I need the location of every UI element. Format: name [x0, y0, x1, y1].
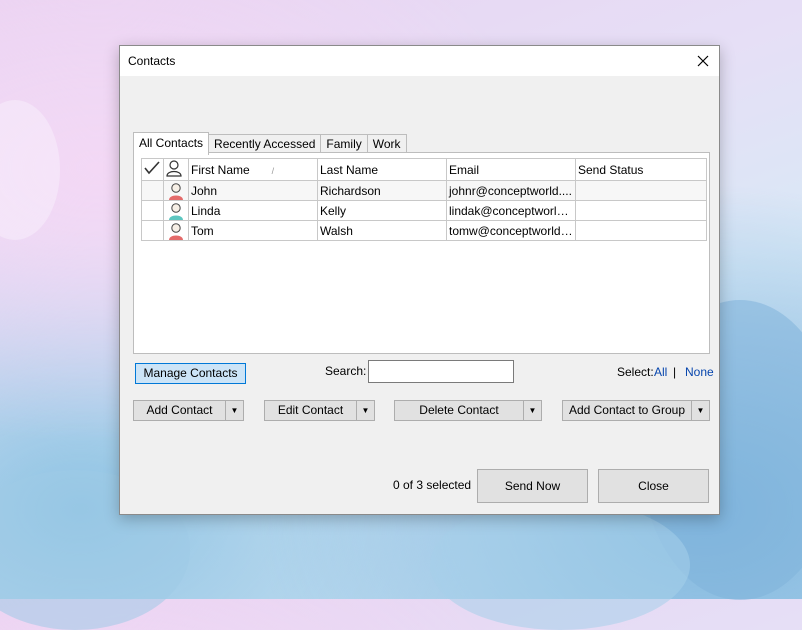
- add-to-group-split-button: Add Contact to Group ▼: [562, 400, 710, 421]
- chevron-down-icon: ▼: [361, 406, 370, 415]
- send-status-cell: [575, 180, 707, 201]
- select-label: Select:: [617, 365, 654, 379]
- last-name-cell: Walsh: [317, 220, 447, 241]
- chevron-down-icon: ▼: [230, 406, 239, 415]
- tab-family[interactable]: Family: [320, 134, 368, 153]
- table-row[interactable]: Tom Walsh tomw@conceptworld....: [141, 220, 707, 241]
- manage-contacts-button[interactable]: Manage Contacts: [135, 363, 246, 384]
- row-checkbox-cell[interactable]: [141, 200, 164, 221]
- check-column-header[interactable]: [141, 158, 164, 181]
- close-button[interactable]: Close: [598, 469, 709, 503]
- last-name-cell: Richardson: [317, 180, 447, 201]
- email-cell: johnr@conceptworld....: [446, 180, 576, 201]
- contacts-panel: First Name / Last Name Email Send Status …: [133, 152, 710, 354]
- row-checkbox-cell[interactable]: [141, 180, 164, 201]
- chevron-down-icon: ▼: [528, 406, 537, 415]
- add-contact-button[interactable]: Add Contact: [134, 401, 225, 420]
- background-decoration: [430, 500, 690, 630]
- column-label: First Name: [191, 162, 250, 177]
- email-cell: tomw@conceptworld....: [446, 220, 576, 241]
- contacts-dialog: Contacts All Contacts Recently Accessed …: [119, 45, 720, 515]
- add-to-group-dropdown[interactable]: ▼: [691, 401, 709, 420]
- send-now-button[interactable]: Send Now: [477, 469, 588, 503]
- delete-contact-button[interactable]: Delete Contact: [395, 401, 523, 420]
- column-header-send-status[interactable]: Send Status: [575, 158, 707, 181]
- contact-avatar-icon: [169, 202, 183, 220]
- search-input[interactable]: [368, 360, 514, 383]
- edit-contact-split-button: Edit Contact ▼: [264, 400, 375, 421]
- add-contact-split-button: Add Contact ▼: [133, 400, 244, 421]
- table-row[interactable]: John Richardson johnr@conceptworld....: [141, 180, 707, 201]
- tab-recently-accessed[interactable]: Recently Accessed: [208, 134, 322, 153]
- person-icon: [166, 160, 182, 177]
- add-contact-dropdown[interactable]: ▼: [225, 401, 243, 420]
- search-label: Search:: [325, 364, 367, 378]
- close-window-button[interactable]: [691, 49, 715, 73]
- dialog-title: Contacts: [128, 54, 176, 68]
- selection-status: 0 of 3 selected: [393, 478, 472, 492]
- select-separator: |: [673, 365, 677, 379]
- first-name-cell: John: [188, 180, 318, 201]
- edit-contact-dropdown[interactable]: ▼: [356, 401, 374, 420]
- email-cell: lindak@conceptworld...: [446, 200, 576, 221]
- close-icon: [697, 55, 709, 67]
- first-name-cell: Linda: [188, 200, 318, 221]
- background-decoration: [0, 100, 60, 240]
- table-header: First Name / Last Name Email Send Status: [141, 158, 707, 181]
- avatar-column-header[interactable]: [163, 158, 189, 181]
- chevron-down-icon: ▼: [696, 406, 705, 415]
- delete-contact-split-button: Delete Contact ▼: [394, 400, 542, 421]
- select-all-link[interactable]: All: [654, 365, 667, 379]
- edit-contact-button[interactable]: Edit Contact: [265, 401, 356, 420]
- first-name-cell: Tom: [188, 220, 318, 241]
- avatar: [163, 180, 189, 201]
- tab-all-contacts[interactable]: All Contacts: [133, 132, 210, 155]
- contacts-table: First Name / Last Name Email Send Status …: [141, 158, 707, 241]
- contact-tabs: All Contacts Recently Accessed Family Wo…: [133, 132, 407, 155]
- title-bar: Contacts: [120, 46, 719, 76]
- add-contact-to-group-button[interactable]: Add Contact to Group: [563, 401, 691, 420]
- select-none-link[interactable]: None: [685, 365, 714, 379]
- column-header-last-name[interactable]: Last Name: [317, 158, 447, 181]
- column-header-first-name[interactable]: First Name /: [188, 158, 318, 181]
- avatar: [163, 220, 189, 241]
- last-name-cell: Kelly: [317, 200, 447, 221]
- avatar: [163, 200, 189, 221]
- row-checkbox-cell[interactable]: [141, 220, 164, 241]
- table-row[interactable]: Linda Kelly lindak@conceptworld...: [141, 200, 707, 221]
- tab-work[interactable]: Work: [366, 134, 407, 153]
- checkmark-icon: [144, 161, 160, 175]
- contact-avatar-icon: [169, 182, 183, 200]
- sort-indicator: /: [271, 165, 275, 176]
- delete-contact-dropdown[interactable]: ▼: [523, 401, 541, 420]
- send-status-cell: [575, 220, 707, 241]
- column-header-email[interactable]: Email: [446, 158, 576, 181]
- send-status-cell: [575, 200, 707, 221]
- contact-avatar-icon: [169, 222, 183, 240]
